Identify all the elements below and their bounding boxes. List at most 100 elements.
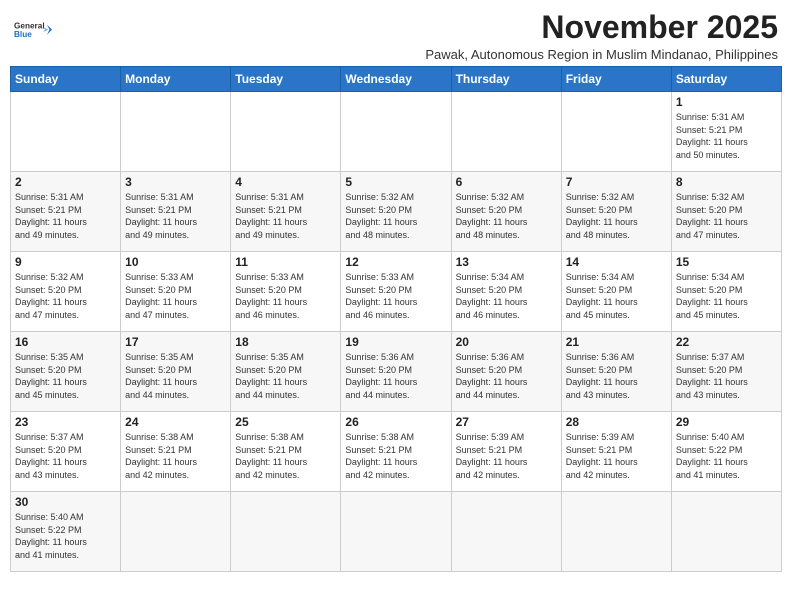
day-number: 17 xyxy=(125,335,226,349)
calendar-cell: 27Sunrise: 5:39 AM Sunset: 5:21 PM Dayli… xyxy=(451,412,561,492)
cell-info: Sunrise: 5:32 AM Sunset: 5:20 PM Dayligh… xyxy=(345,191,446,241)
calendar-cell: 25 Sunrise: 5:38 AM Sunset: 5:21 PM Dayli… xyxy=(231,412,341,492)
cell-info: Sunrise: 5:39 AM Sunset: 5:21 PM Dayligh… xyxy=(566,431,667,481)
calendar-cell xyxy=(121,492,231,572)
cell-info: Sunrise: 5:36 AM Sunset: 5:20 PM Dayligh… xyxy=(456,351,557,401)
calendar-cell xyxy=(451,492,561,572)
day-number: 3 xyxy=(125,175,226,189)
generalblue-logo-icon: General Blue xyxy=(14,18,52,40)
calendar-cell: 4Sunrise: 5:31 AM Sunset: 5:21 PM Daylig… xyxy=(231,172,341,252)
calendar-cell: 13 Sunrise: 5:34 AM Sunset: 5:20 PM Dayli… xyxy=(451,252,561,332)
day-number: 18 xyxy=(235,335,336,349)
day-number: 10 xyxy=(125,255,226,269)
day-number: 1 xyxy=(676,95,777,109)
cell-info: Sunrise: 5:31 AM Sunset: 5:21 PM Dayligh… xyxy=(235,191,336,241)
day-number: 30 xyxy=(15,495,116,509)
day-number: 12 xyxy=(345,255,446,269)
day-number: 22 xyxy=(676,335,777,349)
calendar-cell: 3Sunrise: 5:31 AM Sunset: 5:21 PM Daylig… xyxy=(121,172,231,252)
cell-info: Sunrise: 5:40 AM Sunset: 5:22 PM Dayligh… xyxy=(15,511,116,561)
day-number: 9 xyxy=(15,255,116,269)
day-header-saturday: Saturday xyxy=(671,67,781,92)
calendar-cell xyxy=(451,92,561,172)
cell-info: Sunrise: 5:32 AM Sunset: 5:20 PM Dayligh… xyxy=(15,271,116,321)
cell-info: Sunrise: 5:35 AM Sunset: 5:20 PM Dayligh… xyxy=(15,351,116,401)
cell-info: Sunrise: 5:33 AM Sunset: 5:20 PM Dayligh… xyxy=(125,271,226,321)
calendar-cell: 2 Sunrise: 5:31 AM Sunset: 5:21 PM Daylig… xyxy=(11,172,121,252)
cell-info: Sunrise: 5:31 AM Sunset: 5:21 PM Dayligh… xyxy=(15,191,116,241)
day-header-sunday: Sunday xyxy=(11,67,121,92)
day-number: 20 xyxy=(456,335,557,349)
calendar-cell xyxy=(561,92,671,172)
cell-info: Sunrise: 5:32 AM Sunset: 5:20 PM Dayligh… xyxy=(456,191,557,241)
calendar-cell: 16Sunrise: 5:35 AM Sunset: 5:20 PM Dayli… xyxy=(11,332,121,412)
header: General Blue November 2025 Pawak, Autono… xyxy=(10,10,782,62)
day-number: 19 xyxy=(345,335,446,349)
day-number: 6 xyxy=(456,175,557,189)
calendar-cell xyxy=(231,92,341,172)
calendar-header-row: SundayMondayTuesdayWednesdayThursdayFrid… xyxy=(11,67,782,92)
calendar-cell xyxy=(121,92,231,172)
cell-info: Sunrise: 5:32 AM Sunset: 5:20 PM Dayligh… xyxy=(566,191,667,241)
day-number: 8 xyxy=(676,175,777,189)
calendar-cell: 19 Sunrise: 5:36 AM Sunset: 5:20 PM Dayli… xyxy=(341,332,451,412)
cell-info: Sunrise: 5:39 AM Sunset: 5:21 PM Dayligh… xyxy=(456,431,557,481)
day-number: 13 xyxy=(456,255,557,269)
calendar-week-row: 1 Sunrise: 5:31 AM Sunset: 5:21 PM Daylig… xyxy=(11,92,782,172)
calendar-cell: 15 Sunrise: 5:34 AM Sunset: 5:20 PM Dayli… xyxy=(671,252,781,332)
month-title: November 2025 xyxy=(425,10,778,45)
calendar-cell xyxy=(671,492,781,572)
day-number: 2 xyxy=(15,175,116,189)
calendar-cell: 17Sunrise: 5:35 AM Sunset: 5:20 PM Dayli… xyxy=(121,332,231,412)
calendar-cell: 14 Sunrise: 5:34 AM Sunset: 5:20 PM Dayli… xyxy=(561,252,671,332)
day-header-wednesday: Wednesday xyxy=(341,67,451,92)
calendar-cell: 8 Sunrise: 5:32 AM Sunset: 5:20 PM Daylig… xyxy=(671,172,781,252)
calendar-cell: 26Sunrise: 5:38 AM Sunset: 5:21 PM Dayli… xyxy=(341,412,451,492)
cell-info: Sunrise: 5:34 AM Sunset: 5:20 PM Dayligh… xyxy=(566,271,667,321)
calendar-table: SundayMondayTuesdayWednesdayThursdayFrid… xyxy=(10,66,782,572)
cell-info: Sunrise: 5:38 AM Sunset: 5:21 PM Dayligh… xyxy=(125,431,226,481)
day-header-thursday: Thursday xyxy=(451,67,561,92)
cell-info: Sunrise: 5:38 AM Sunset: 5:21 PM Dayligh… xyxy=(235,431,336,481)
day-number: 14 xyxy=(566,255,667,269)
calendar-week-row: 9 Sunrise: 5:32 AM Sunset: 5:20 PM Daylig… xyxy=(11,252,782,332)
svg-text:General: General xyxy=(14,21,45,30)
calendar-cell xyxy=(341,492,451,572)
cell-info: Sunrise: 5:37 AM Sunset: 5:20 PM Dayligh… xyxy=(676,351,777,401)
calendar-cell: 9 Sunrise: 5:32 AM Sunset: 5:20 PM Daylig… xyxy=(11,252,121,332)
subtitle: Pawak, Autonomous Region in Muslim Minda… xyxy=(425,47,778,62)
calendar-cell: 6 Sunrise: 5:32 AM Sunset: 5:20 PM Daylig… xyxy=(451,172,561,252)
cell-info: Sunrise: 5:36 AM Sunset: 5:20 PM Dayligh… xyxy=(566,351,667,401)
calendar-week-row: 23Sunrise: 5:37 AM Sunset: 5:20 PM Dayli… xyxy=(11,412,782,492)
title-area: November 2025 Pawak, Autonomous Region i… xyxy=(425,10,778,62)
calendar-cell: 12Sunrise: 5:33 AM Sunset: 5:20 PM Dayli… xyxy=(341,252,451,332)
calendar-cell xyxy=(561,492,671,572)
day-number: 25 xyxy=(235,415,336,429)
calendar-cell xyxy=(231,492,341,572)
calendar-cell: 10 Sunrise: 5:33 AM Sunset: 5:20 PM Dayli… xyxy=(121,252,231,332)
calendar-cell: 22 Sunrise: 5:37 AM Sunset: 5:20 PM Dayli… xyxy=(671,332,781,412)
cell-info: Sunrise: 5:34 AM Sunset: 5:20 PM Dayligh… xyxy=(456,271,557,321)
logo: General Blue xyxy=(14,10,52,40)
calendar-cell: 29Sunrise: 5:40 AM Sunset: 5:22 PM Dayli… xyxy=(671,412,781,492)
cell-info: Sunrise: 5:31 AM Sunset: 5:21 PM Dayligh… xyxy=(676,111,777,161)
cell-info: Sunrise: 5:34 AM Sunset: 5:20 PM Dayligh… xyxy=(676,271,777,321)
day-number: 24 xyxy=(125,415,226,429)
calendar-cell: 1 Sunrise: 5:31 AM Sunset: 5:21 PM Daylig… xyxy=(671,92,781,172)
calendar-cell: 5Sunrise: 5:32 AM Sunset: 5:20 PM Daylig… xyxy=(341,172,451,252)
day-number: 23 xyxy=(15,415,116,429)
cell-info: Sunrise: 5:38 AM Sunset: 5:21 PM Dayligh… xyxy=(345,431,446,481)
cell-info: Sunrise: 5:36 AM Sunset: 5:20 PM Dayligh… xyxy=(345,351,446,401)
calendar-cell xyxy=(11,92,121,172)
cell-info: Sunrise: 5:32 AM Sunset: 5:20 PM Dayligh… xyxy=(676,191,777,241)
calendar-cell: 23Sunrise: 5:37 AM Sunset: 5:20 PM Dayli… xyxy=(11,412,121,492)
calendar-cell: 30 Sunrise: 5:40 AM Sunset: 5:22 PM Dayli… xyxy=(11,492,121,572)
day-number: 15 xyxy=(676,255,777,269)
day-number: 21 xyxy=(566,335,667,349)
day-header-tuesday: Tuesday xyxy=(231,67,341,92)
day-number: 7 xyxy=(566,175,667,189)
calendar-cell: 21 Sunrise: 5:36 AM Sunset: 5:20 PM Dayli… xyxy=(561,332,671,412)
day-header-monday: Monday xyxy=(121,67,231,92)
day-number: 28 xyxy=(566,415,667,429)
cell-info: Sunrise: 5:33 AM Sunset: 5:20 PM Dayligh… xyxy=(235,271,336,321)
